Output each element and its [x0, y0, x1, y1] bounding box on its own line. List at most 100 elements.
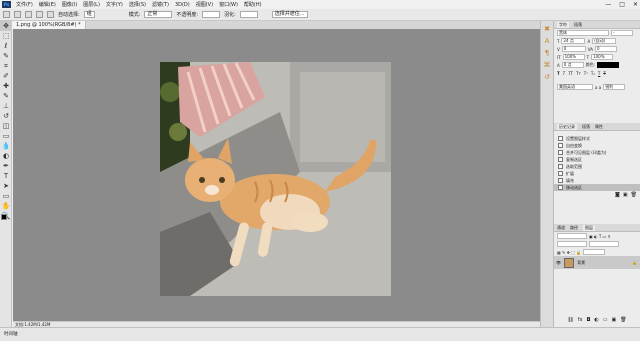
tab-history[interactable]: 历史记录 — [557, 123, 577, 130]
history-item[interactable]: 选取范围 — [554, 163, 640, 170]
tab-paths[interactable]: 路径 — [570, 225, 578, 231]
healing-tool-icon[interactable]: ✚ — [0, 81, 12, 91]
layer-row-background[interactable]: 👁 背景 🔒 — [554, 256, 640, 269]
tool-options-icon[interactable]: ✖ — [542, 24, 552, 33]
menu-edit[interactable]: 编辑(E) — [36, 1, 59, 8]
foreground-color-swatch[interactable] — [1, 214, 7, 220]
crop-tool-icon[interactable]: ⌗ — [0, 61, 12, 71]
menu-3d[interactable]: 3D(D) — [172, 2, 193, 8]
feather-field[interactable] — [239, 11, 258, 18]
menu-view[interactable]: 视图(V) — [193, 1, 216, 8]
path-select-tool-icon[interactable]: ➤ — [0, 181, 12, 191]
tab-layers[interactable]: 图层 — [583, 224, 595, 231]
new-layer-icon[interactable]: ▣ — [612, 317, 617, 323]
minimize-icon[interactable]: — — [605, 1, 611, 8]
menu-file[interactable]: 文件(F) — [13, 1, 36, 8]
paragraph-panel-icon[interactable]: ¶ — [542, 48, 552, 57]
strikethrough-icon[interactable]: T — [603, 71, 605, 76]
stamp-tool-icon[interactable]: ⊥ — [0, 101, 12, 111]
visibility-eye-icon[interactable]: 👁 — [556, 260, 561, 265]
baseline-field[interactable]: 0 点 — [561, 62, 584, 68]
small-caps-icon[interactable]: Tт — [576, 71, 581, 76]
close-icon[interactable]: ✕ — [633, 1, 638, 8]
lasso-tool-icon[interactable]: ℓ — [0, 41, 12, 51]
menu-image[interactable]: 图像(I) — [59, 1, 80, 8]
language-select[interactable]: 美国英语 — [557, 84, 593, 90]
move-tool-icon[interactable]: ✥ — [0, 21, 12, 31]
tracking-field[interactable]: 0 — [594, 46, 617, 52]
fill-field[interactable] — [583, 249, 606, 255]
eraser-tool-icon[interactable]: ◫ — [0, 121, 12, 131]
history-item[interactable]: 填充 — [554, 177, 640, 184]
menu-window[interactable]: 窗口(W) — [216, 1, 241, 8]
eyedropper-tool-icon[interactable]: ✐ — [0, 71, 12, 81]
font-size-field[interactable]: 24 点 — [561, 38, 586, 44]
underline-icon[interactable]: T — [598, 71, 600, 76]
character-panel-icon[interactable]: A — [542, 36, 552, 45]
select-and-mask-button[interactable]: 选择并遮住... — [271, 11, 308, 18]
adjustment-layer-icon[interactable]: ◐ — [594, 317, 598, 323]
history-item[interactable]: 合并可见图层 (印盖为) — [554, 149, 640, 156]
menu-layer[interactable]: 图层(L) — [80, 1, 103, 8]
text-color-swatch[interactable] — [597, 62, 620, 68]
intersect-selection-icon[interactable] — [47, 11, 54, 18]
font-style-select[interactable]: - — [611, 30, 633, 36]
brush-tool-icon[interactable]: ✎ — [0, 91, 12, 101]
menu-type[interactable]: 文字(Y) — [103, 1, 126, 8]
filter-icons[interactable]: ▣ ◐ T ▭ ⚲ — [589, 234, 611, 239]
snapshot-icon[interactable]: ◙ — [615, 192, 620, 198]
document-tab[interactable]: 1.png @ 100%(RGB/8#) * — [12, 21, 86, 29]
antialias-select[interactable]: 锐利 — [603, 84, 626, 90]
hand-tool-icon[interactable]: ✋ — [0, 201, 12, 211]
gradient-tool-icon[interactable]: ▭ — [0, 131, 12, 141]
kerning-field[interactable]: 0 — [561, 46, 586, 52]
subscript-icon[interactable]: T₁ — [591, 71, 595, 76]
history-item[interactable]: 复制选区 — [554, 156, 640, 163]
lock-icons[interactable]: ▦ ✎ ✥ ⬚ 🔒 — [557, 250, 581, 255]
menu-filter[interactable]: 滤镜(T) — [149, 1, 172, 8]
history-item[interactable]: 扩展 — [554, 170, 640, 177]
layer-filter-select[interactable] — [557, 233, 587, 239]
opacity-field[interactable] — [202, 11, 221, 18]
camera-icon[interactable]: ▣ — [623, 192, 628, 198]
tab-properties[interactable]: 属性 — [595, 124, 603, 130]
delete-layer-icon[interactable]: 🗑 — [620, 317, 626, 323]
leading-field[interactable]: (自动) — [592, 38, 617, 44]
quick-select-tool-icon[interactable]: ✎ — [0, 51, 12, 61]
link-layers-icon[interactable]: ⛓ — [567, 317, 573, 323]
history-item-selected[interactable]: 移动选区 — [554, 184, 640, 191]
faux-bold-icon[interactable]: T — [557, 71, 560, 76]
faux-italic-icon[interactable]: T — [563, 71, 565, 76]
shape-tool-icon[interactable]: ▭ — [0, 191, 12, 201]
history-panel-icon[interactable]: ↺ — [542, 72, 552, 81]
mode-dropdown[interactable]: 正常 — [144, 11, 173, 18]
new-selection-icon[interactable] — [14, 11, 21, 18]
marquee-tool-icon[interactable]: ⬚ — [0, 31, 12, 41]
history-item[interactable]: 设置图层样式 — [554, 135, 640, 142]
trash-icon[interactable]: 🗑 — [631, 192, 637, 198]
tab-paragraph[interactable]: 段落 — [574, 22, 582, 28]
horizontal-scale-field[interactable]: 100% — [591, 54, 614, 60]
layer-opacity-field[interactable] — [589, 241, 619, 247]
layer-style-icon[interactable]: fx — [578, 317, 583, 323]
font-family-select[interactable]: 黑体 — [557, 30, 609, 36]
add-mask-icon[interactable]: ◘ — [586, 317, 590, 323]
timeline-label[interactable]: 时间轴 — [4, 332, 18, 337]
tab-channels[interactable]: 通道 — [557, 225, 565, 231]
maximize-icon[interactable]: □ — [619, 1, 625, 8]
all-caps-icon[interactable]: TT — [568, 71, 573, 76]
dodge-tool-icon[interactable]: ◐ — [0, 151, 12, 161]
tool-preset-icon[interactable] — [3, 11, 10, 18]
glyphs-panel-icon[interactable]: ⌘ — [542, 60, 552, 69]
superscript-icon[interactable]: T¹ — [584, 71, 588, 76]
vertical-scale-field[interactable]: 100% — [562, 54, 585, 60]
group-icon[interactable]: ▭ — [603, 317, 608, 323]
menu-help[interactable]: 帮助(H) — [241, 1, 265, 8]
history-item[interactable]: 自由变换 — [554, 142, 640, 149]
tab-character[interactable]: 字符 — [557, 21, 569, 28]
blur-tool-icon[interactable]: 💧 — [0, 141, 12, 151]
blend-mode-select[interactable] — [557, 241, 587, 247]
menu-select[interactable]: 选择(S) — [126, 1, 149, 8]
tab-paragraph-2[interactable]: 段落 — [582, 124, 590, 130]
type-tool-icon[interactable]: T — [0, 171, 12, 181]
